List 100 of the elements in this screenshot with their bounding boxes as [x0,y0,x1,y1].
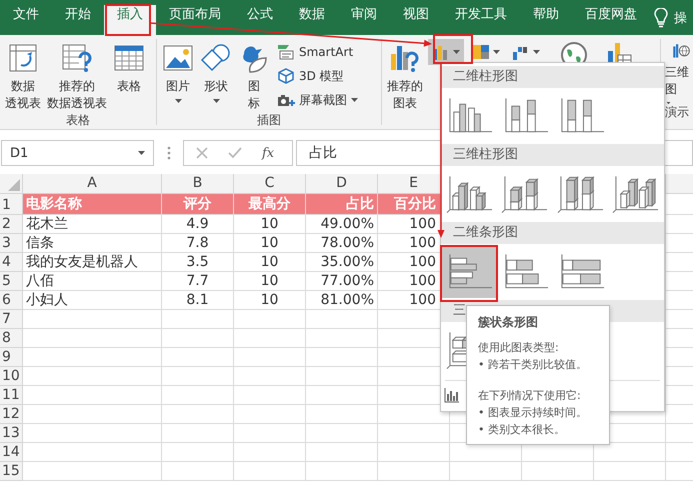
row-header[interactable]: 7 [0,310,23,329]
ribbon-tab[interactable]: 帮助 [520,5,572,35]
ribbon-button[interactable]: 3D 模型 [277,67,358,85]
row-header[interactable]: 1 [0,194,23,215]
tell-me-search[interactable]: 操 [674,0,687,35]
table-cell [522,462,594,481]
caret-icon [665,102,672,104]
row-header[interactable]: 14 [0,443,23,462]
smartart-icon [277,44,295,60]
lightbulb-icon[interactable] [654,8,668,28]
column-header[interactable]: B [162,174,234,194]
table-cell: 信条 [23,234,162,253]
row-header[interactable]: 2 [0,215,23,234]
ribbon-tab[interactable]: 百度网盘 [572,5,650,35]
ribbon-button[interactable]: 表格 [110,39,148,112]
caret-icon [138,151,145,155]
ribbon-button[interactable]: 三维 图 [665,39,693,104]
table-cell: 35.00% [306,253,378,272]
grip-icon[interactable] [167,146,171,160]
tooltip-text: • 图表显示持续时间。 [478,405,588,421]
row-header[interactable]: 11 [0,386,23,405]
table-cell: 电影名称 [23,194,162,215]
tooltip-text: 在下列情况下使用它: [478,388,582,404]
row-header[interactable]: 13 [0,424,23,443]
ribbon-button[interactable]: 形状 [197,39,235,112]
column-chart-icon [432,44,450,60]
ribbon-button[interactable]: 屏幕截图 [277,91,358,109]
ribbon-tab[interactable]: 文件 [0,5,52,35]
row-header[interactable]: 12 [0,405,23,424]
row-header[interactable]: 10 [0,367,23,386]
row-header[interactable]: 8 [0,329,23,348]
row-header[interactable]: 4 [0,253,23,272]
table-cell [162,443,234,462]
ribbon-button[interactable]: 推荐的 图表 [384,39,426,125]
3d-column-chart-icon [501,174,550,214]
table-cell: 10 [234,291,306,310]
table-cell [162,348,234,367]
ribbon-tab[interactable]: 开始 [52,5,104,35]
table-cell [162,367,234,386]
table-cell [162,329,234,348]
table-cell [234,424,306,443]
table-cell [162,424,234,443]
column-header[interactable]: C [234,174,306,194]
table-cell: 占比 [306,194,378,215]
table-cell [594,462,666,481]
row-header[interactable]: 15 [0,462,23,481]
table-cell [162,310,234,329]
bar-chart-icon[interactable] [444,387,460,403]
ribbon-button[interactable]: 图片 [159,39,197,112]
3d-column-chart-icon [446,174,494,214]
table-cell [234,386,306,405]
chart-type-option[interactable] [442,246,498,298]
section-heading: 二维条形图 [441,222,664,244]
ribbon-tab[interactable]: 公式 [234,5,286,35]
table-cell: 8.1 [162,291,234,310]
table-cell: 78.00% [306,234,378,253]
row-header[interactable]: 5 [0,272,23,291]
table-cell [234,310,306,329]
ribbon-tab[interactable]: 审阅 [338,5,390,35]
name-box[interactable]: D1 [1,140,154,166]
ribbon-tab[interactable]: 开发工具 [442,5,520,35]
pivot-table-icon [7,42,39,74]
ribbon-button[interactable]: 图 标 [235,39,273,112]
column-header[interactable]: A [23,174,162,194]
ribbon-tab[interactable]: 数据 [286,5,338,35]
table-cell: 81.00% [306,291,378,310]
table-cell [234,348,306,367]
row-header[interactable]: 3 [0,234,23,253]
tooltip-text: • 类别文本很长。 [478,422,566,438]
table-cell: 10 [234,215,306,234]
table-cell: 49.00% [306,215,378,234]
ribbon-tab[interactable]: 页面布局 [156,5,234,35]
insert-function-button[interactable]: fx [262,146,274,160]
group-label: 表格 [65,112,91,129]
3d-column-chart-icon [556,174,605,214]
table-cell [450,462,522,481]
3d-column-chart-icon [612,174,660,214]
table-cell: 最高分 [234,194,306,215]
table-cell [234,329,306,348]
table-cell: 77.00% [306,272,378,291]
table-cell: 7.7 [162,272,234,291]
section-heading: 三维柱形图 [441,144,664,166]
row-header[interactable]: 6 [0,291,23,310]
table-cell [234,462,306,481]
caret-icon [453,50,460,54]
section-heading: 二维柱形图 [441,66,664,88]
highlight-frame [105,4,151,36]
ribbon-button[interactable]: SmartArt [277,43,358,61]
column-header[interactable]: D [306,174,378,194]
group-label: 演示 [664,104,690,121]
table-cell: 八佰 [23,272,162,291]
ribbon-tab[interactable]: 视图 [390,5,442,35]
row-header[interactable]: 9 [0,348,23,367]
ribbon-button[interactable]: 数据 透视表 [2,39,44,112]
table-cell: 7.8 [162,234,234,253]
table-cell: 评分 [162,194,234,215]
table-cell: 10 [234,234,306,253]
table-cell [306,462,378,481]
caret-icon [212,99,220,103]
ribbon-button[interactable]: 推荐的 数据透视表 [44,39,110,112]
